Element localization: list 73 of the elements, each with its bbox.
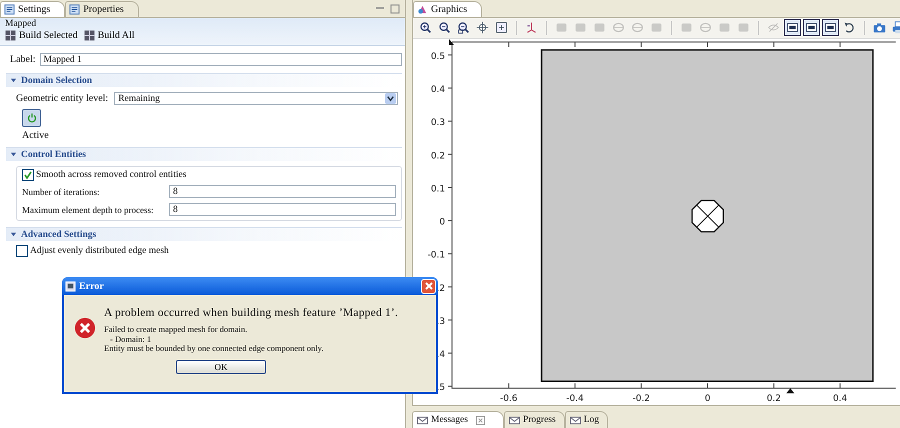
axis-tick-label: -0.2 — [632, 394, 650, 404]
view-tab[interactable]: Log — [564, 411, 608, 428]
active-label: Active — [22, 130, 49, 141]
axis-tick-label: 0 — [704, 394, 710, 404]
maximize-icon[interactable] — [390, 4, 400, 14]
axis-tick-label: 0.1 — [430, 184, 446, 194]
section-header[interactable]: Advanced Settings — [6, 227, 402, 241]
dropdown-arrow-icon[interactable] — [385, 93, 396, 104]
checkmark-icon — [23, 170, 33, 180]
power-icon — [26, 112, 38, 124]
axis-tick-label: -0.1 — [428, 250, 446, 261]
error-icon — [74, 317, 96, 339]
expand-arrow-icon — [10, 231, 17, 238]
active-toggle[interactable] — [22, 109, 41, 127]
close-button[interactable] — [421, 278, 436, 294]
hole-octagon — [691, 200, 724, 232]
shapes-icon — [417, 4, 428, 15]
adjust-checkbox[interactable]: Adjust evenly distributed edge mesh — [16, 245, 169, 257]
axis-tick-label: 0 — [439, 217, 446, 228]
error-message: A problem occurred when building mesh feature ’Mapped 1’. — [104, 307, 398, 319]
axis-tick-label: 0.3 — [430, 118, 446, 128]
settings-page-icon — [69, 4, 80, 15]
envelope-icon — [570, 414, 581, 426]
panel-tab[interactable]: Settings — [0, 1, 66, 17]
window-icon[interactable] — [803, 19, 820, 36]
label-field[interactable]: Mapped 1 — [40, 53, 402, 66]
ok-button[interactable]: OK — [176, 360, 266, 374]
window-icon[interactable] — [822, 19, 839, 36]
axis-tick-label: 0.4 — [832, 394, 848, 404]
entity-level-dropdown[interactable]: Remaining — [114, 92, 398, 105]
number-field[interactable]: 8 — [169, 185, 396, 198]
view-tab[interactable]: Messages — [412, 411, 504, 428]
axis-tick-label: -0.4 — [566, 394, 584, 404]
graphics-tab[interactable]: Graphics — [413, 0, 482, 17]
window-icon[interactable] — [784, 19, 801, 36]
smooth-checkbox[interactable]: Smooth across removed control entities — [22, 169, 396, 181]
axis-tick-label: 0.2 — [766, 394, 781, 404]
position-marker-icon — [786, 388, 794, 394]
axis-tick-label: 0.4 — [430, 84, 446, 95]
close-icon — [424, 281, 434, 291]
grid-icon — [84, 30, 95, 41]
origin-marker-icon — [449, 38, 454, 45]
expand-arrow-icon — [10, 151, 17, 158]
axis-tick-label: 0.5 — [430, 52, 446, 62]
axis-tick-label: .5 — [436, 383, 446, 394]
grid-icon — [5, 30, 16, 41]
error-detail: Failed to create mapped mesh for domain. — [104, 325, 248, 334]
settings-page-icon — [4, 4, 15, 15]
field-label: Maximum element depth to process: — [22, 204, 154, 214]
close-icon[interactable] — [476, 416, 485, 424]
view-tab[interactable]: Progress — [504, 411, 565, 428]
error-detail: - Domain: 1 — [109, 334, 152, 344]
section-header[interactable]: Domain Selection — [6, 73, 402, 87]
envelope-icon — [508, 414, 520, 426]
field-label: Geometric entity level: — [16, 93, 108, 104]
node-title: Mapped — [5, 19, 38, 29]
section-header[interactable]: Control Entities — [6, 147, 402, 161]
dialog-title: Error — [79, 280, 104, 292]
field-label: Label: — [10, 54, 36, 65]
axis-tick-label: .2 — [436, 284, 446, 294]
build-button[interactable]: Build All — [84, 30, 135, 41]
axis-tick-label: .4 — [436, 350, 446, 360]
panel-tab[interactable]: Properties — [65, 1, 139, 17]
axis-tick-label: -0.6 — [500, 394, 518, 404]
field-label: Number of iterations: — [22, 186, 100, 196]
error-detail: Entity must be bounded by one connected edge component only. — [104, 344, 324, 354]
window-icon — [65, 280, 76, 292]
expand-arrow-icon — [10, 77, 17, 84]
axis-tick-label: .3 — [436, 316, 446, 327]
envelope-icon — [417, 414, 428, 426]
number-field[interactable]: 8 — [169, 203, 396, 216]
build-button[interactable]: Build Selected — [5, 30, 78, 41]
axis-tick-label: 0.2 — [430, 151, 446, 162]
